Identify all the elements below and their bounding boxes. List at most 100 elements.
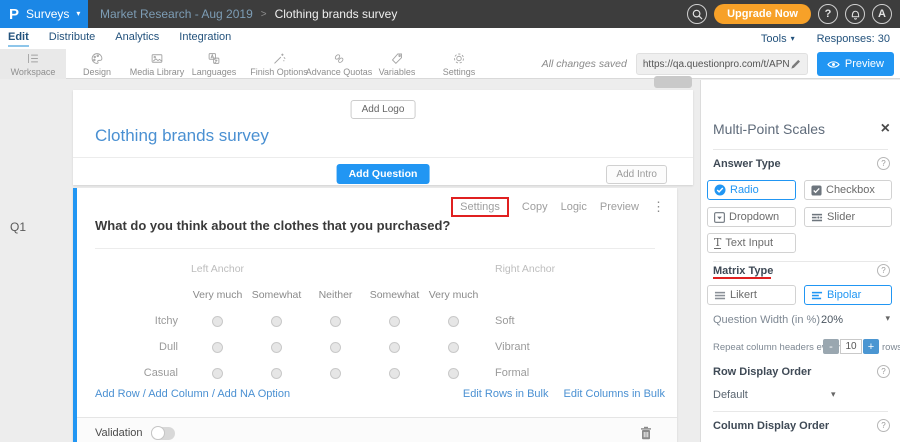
- add-logo-button[interactable]: Add Logo: [351, 100, 416, 119]
- repeat-rows-value[interactable]: 10: [840, 339, 862, 354]
- survey-title[interactable]: Clothing brands survey: [95, 126, 269, 146]
- question-settings-panel: Multi-Point Scales × Answer Type ? Radio…: [700, 80, 900, 442]
- column-display-header: Column Display Order ?: [713, 419, 890, 432]
- matrix-type-likert[interactable]: Likert: [707, 285, 796, 305]
- preview-button[interactable]: Preview: [817, 52, 894, 76]
- tools-menu[interactable]: Tools▾: [761, 33, 795, 45]
- surveys-menu[interactable]: P Surveys ▾: [0, 0, 88, 28]
- breadcrumb-project[interactable]: Market Research - Aug 2019: [100, 7, 253, 21]
- matrix-type-label: Matrix Type: [713, 265, 773, 277]
- bell-icon: [850, 9, 861, 20]
- row-label-left[interactable]: Casual: [91, 360, 188, 386]
- row-label-right[interactable]: Vibrant: [483, 334, 643, 360]
- matrix-radio[interactable]: [212, 316, 223, 327]
- edit-rows-in-bulk-link[interactable]: Edit Rows in Bulk: [463, 388, 549, 400]
- survey-url-input[interactable]: [643, 59, 790, 70]
- link-separator: /: [143, 388, 146, 400]
- more-options-icon[interactable]: ⋮: [652, 199, 665, 215]
- question-text[interactable]: What do you think about the clothes that…: [95, 218, 450, 233]
- chain-links-icon: [331, 51, 347, 66]
- pencil-icon[interactable]: [790, 59, 801, 70]
- row-label-right[interactable]: Formal: [483, 360, 643, 386]
- answer-type-checkbox[interactable]: Checkbox: [804, 180, 892, 200]
- row-label-left[interactable]: Itchy: [91, 308, 188, 334]
- matrix-radio[interactable]: [389, 342, 400, 353]
- eye-icon: [827, 60, 840, 69]
- tab-edit[interactable]: Edit: [8, 31, 29, 47]
- matrix-radio[interactable]: [448, 342, 459, 353]
- scrollbar-thumb[interactable]: [654, 76, 692, 88]
- divider: [713, 149, 888, 150]
- toggle-knob: [151, 426, 165, 440]
- increment-button[interactable]: +: [863, 339, 879, 354]
- main-nav: Edit Distribute Analytics Integration To…: [0, 28, 900, 49]
- matrix-radio[interactable]: [271, 316, 282, 327]
- bipolar-icon: [811, 290, 823, 301]
- matrix-radio[interactable]: [448, 316, 459, 327]
- help-icon[interactable]: ?: [877, 157, 890, 170]
- question-footer: Validation: [77, 417, 677, 442]
- toolbar-settings[interactable]: Settings: [420, 49, 498, 79]
- row-display-order-select[interactable]: Default: [713, 389, 748, 401]
- decrement-button[interactable]: -: [823, 339, 839, 354]
- matrix-radio[interactable]: [389, 316, 400, 327]
- toolbar-workspace[interactable]: Workspace: [0, 49, 66, 79]
- close-icon[interactable]: ×: [881, 121, 890, 137]
- chevron-down-icon[interactable]: ▾: [885, 313, 890, 324]
- matrix-type-bipolar[interactable]: Bipolar: [804, 285, 892, 305]
- question-number: Q1: [10, 220, 26, 234]
- avatar[interactable]: A: [872, 4, 892, 24]
- question-width-value[interactable]: 20%: [821, 314, 843, 326]
- survey-url-box: [636, 53, 808, 75]
- add-intro-button[interactable]: Add Intro: [606, 165, 667, 184]
- help-icon[interactable]: ?: [877, 419, 890, 432]
- help-button[interactable]: ?: [818, 4, 838, 24]
- matrix-radio[interactable]: [448, 368, 459, 379]
- notifications-button[interactable]: [845, 4, 865, 24]
- question-preview-button[interactable]: Preview: [600, 201, 639, 213]
- chevron-down-icon: ▾: [76, 10, 80, 18]
- add-question-button[interactable]: Add Question: [337, 164, 430, 184]
- toolbar-languages[interactable]: Languages: [180, 49, 248, 79]
- question-copy-button[interactable]: Copy: [522, 201, 548, 213]
- matrix-radio[interactable]: [330, 342, 341, 353]
- matrix-radio[interactable]: [330, 368, 341, 379]
- search-button[interactable]: [687, 4, 707, 24]
- row-label-right[interactable]: Soft: [483, 308, 643, 334]
- matrix-radio[interactable]: [271, 342, 282, 353]
- matrix-radio[interactable]: [212, 342, 223, 353]
- matrix-radio[interactable]: [330, 316, 341, 327]
- responses-count[interactable]: Responses: 30: [817, 33, 890, 45]
- add-row-link[interactable]: Add Row: [95, 388, 140, 400]
- right-anchor-label: Right Anchor: [483, 256, 643, 282]
- edit-columns-in-bulk-link[interactable]: Edit Columns in Bulk: [564, 388, 666, 400]
- link-separator: /: [212, 388, 215, 400]
- matrix-type-header: Matrix Type ?: [713, 264, 890, 277]
- column-header: Somewhat: [247, 282, 306, 308]
- answer-type-dropdown[interactable]: Dropdown: [707, 207, 796, 227]
- matrix-radio[interactable]: [389, 368, 400, 379]
- column-header: Very much: [424, 282, 483, 308]
- add-na-option-link[interactable]: Add NA Option: [217, 388, 290, 400]
- tab-analytics[interactable]: Analytics: [115, 31, 159, 47]
- question-logic-button[interactable]: Logic: [561, 201, 587, 213]
- row-label-left[interactable]: Dull: [91, 334, 188, 360]
- chevron-down-icon[interactable]: ▾: [831, 389, 836, 400]
- upgrade-now-button[interactable]: Upgrade Now: [714, 4, 811, 24]
- answer-type-text-input[interactable]: T Text Input: [707, 233, 796, 253]
- question-settings-button[interactable]: Settings: [451, 197, 509, 217]
- matrix-radio[interactable]: [212, 368, 223, 379]
- survey-toolbar: Workspace Design Media Library Languages…: [0, 49, 900, 79]
- tab-distribute[interactable]: Distribute: [49, 31, 95, 47]
- matrix-radio[interactable]: [271, 368, 282, 379]
- help-icon[interactable]: ?: [877, 264, 890, 277]
- answer-type-radio[interactable]: Radio: [707, 180, 796, 200]
- breadcrumb: Market Research - Aug 2019 > Clothing br…: [100, 7, 397, 21]
- tab-integration[interactable]: Integration: [179, 31, 231, 47]
- validation-toggle[interactable]: [151, 427, 175, 440]
- answer-type-slider[interactable]: Slider: [804, 207, 892, 227]
- delete-question-button[interactable]: [640, 426, 652, 440]
- help-icon[interactable]: ?: [877, 365, 890, 378]
- add-column-link[interactable]: Add Column: [148, 388, 209, 400]
- matrix-edit-links: Add Row / Add Column / Add NA Option: [95, 388, 290, 400]
